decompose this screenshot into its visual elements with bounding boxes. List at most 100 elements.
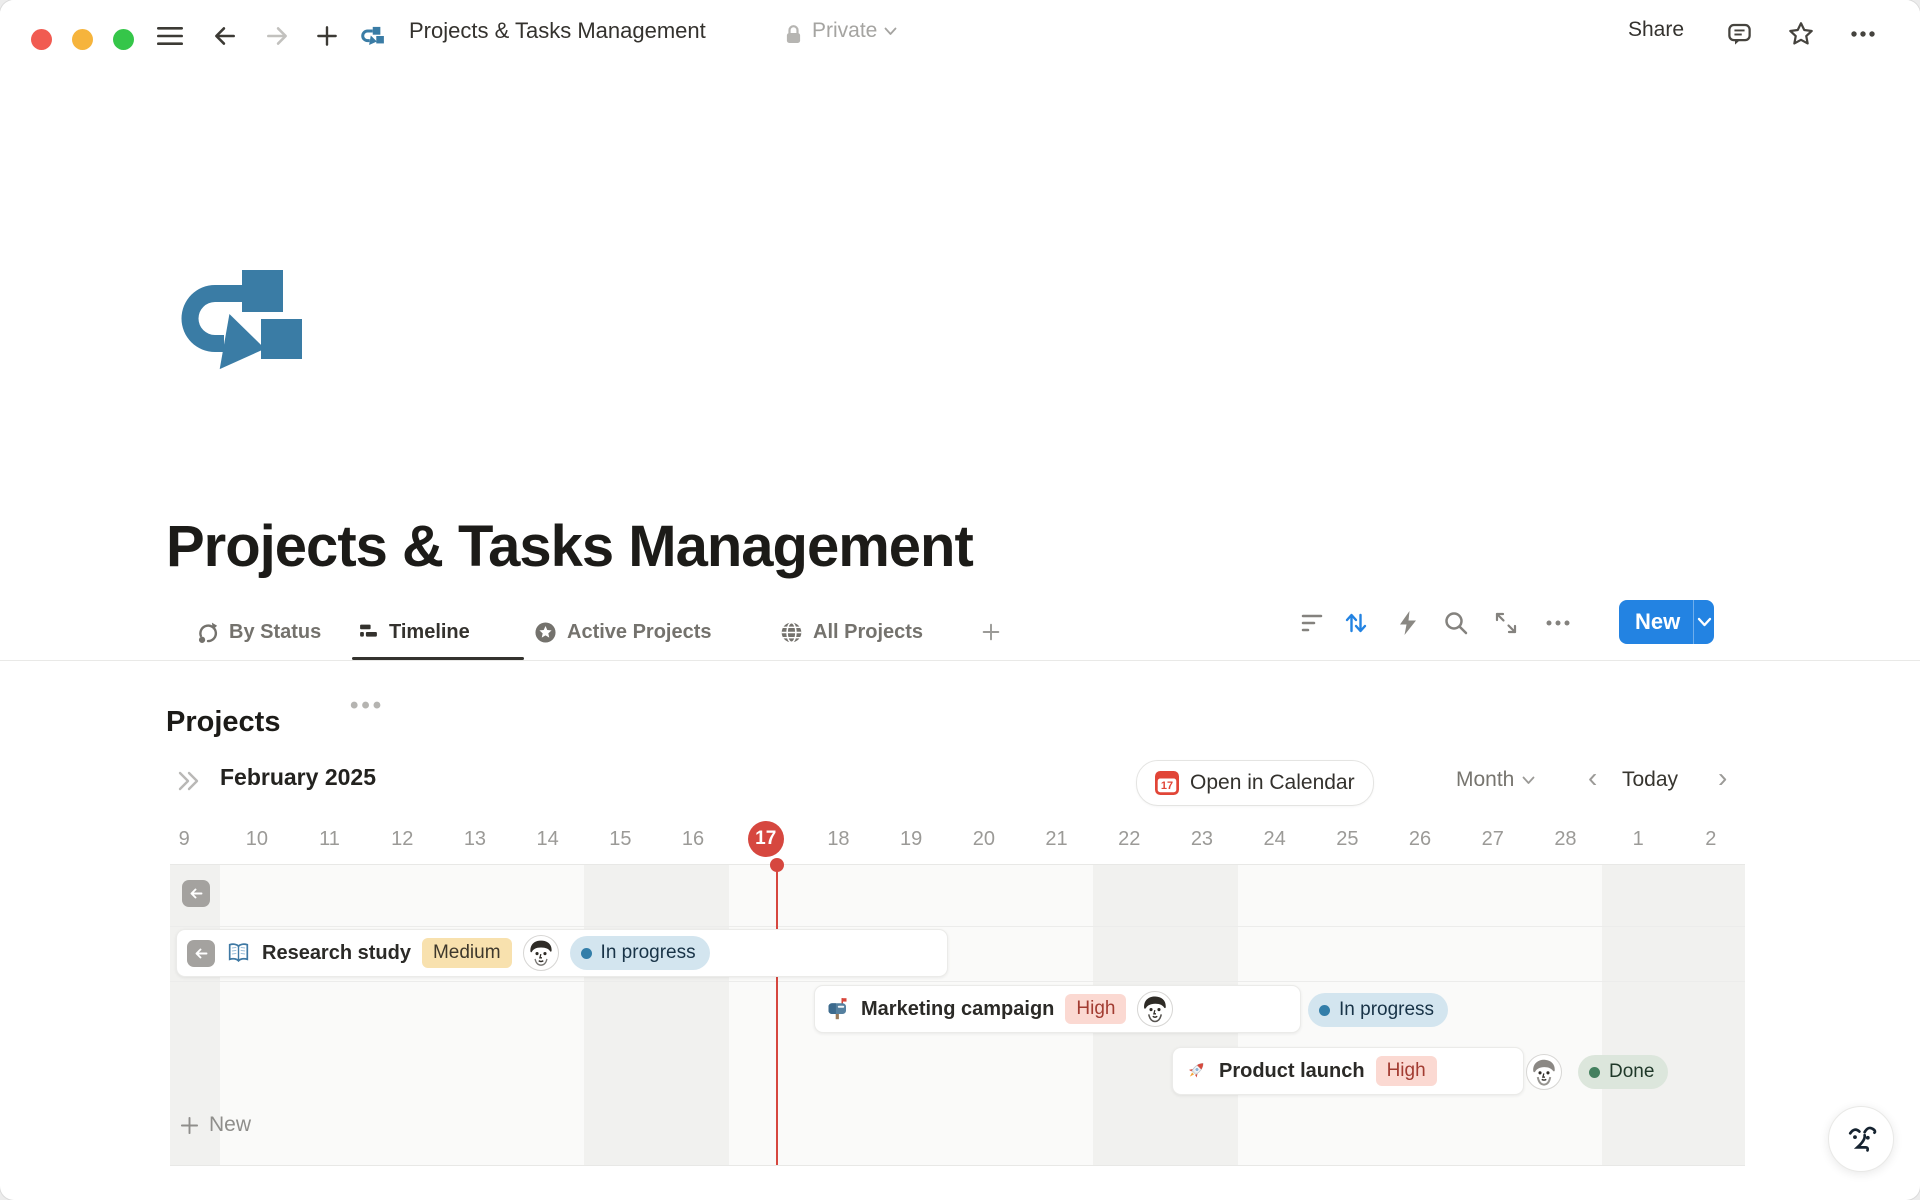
minimize-window-button[interactable] xyxy=(72,29,93,50)
tab-timeline[interactable]: Timeline xyxy=(358,614,470,650)
tab-label: By Status xyxy=(229,621,321,644)
expand-diagonal-icon[interactable] xyxy=(1491,608,1521,638)
timeline-month-label: February 2025 xyxy=(220,764,376,791)
tab-label: Timeline xyxy=(389,621,470,644)
add-timeline-item-button[interactable]: New xyxy=(180,1113,251,1137)
privacy-label: Private xyxy=(812,19,877,43)
breadcrumb-page-title[interactable]: Projects & Tasks Management xyxy=(409,18,706,44)
bearded-man-avatar xyxy=(1137,991,1173,1027)
forward-icon[interactable] xyxy=(262,21,292,51)
favorite-star-icon[interactable] xyxy=(1786,19,1816,49)
timeline-grid: Research study Medium In progress Market… xyxy=(170,864,1745,1166)
new-button[interactable]: New xyxy=(1619,600,1714,644)
status-label: In progress xyxy=(1339,999,1434,1021)
day-label: 18 xyxy=(802,818,875,860)
day-label-today: 17 xyxy=(729,818,802,860)
row-separator xyxy=(170,926,1745,927)
zoom-level-label: Month xyxy=(1456,768,1514,792)
day-label: 16 xyxy=(657,818,730,860)
day-label: 24 xyxy=(1238,818,1311,860)
tab-active-projects[interactable]: Active Projects xyxy=(534,614,712,650)
board-options-icon[interactable]: ••• xyxy=(350,692,384,720)
zoom-window-button[interactable] xyxy=(113,29,134,50)
previous-month-chevron[interactable]: ‹ xyxy=(1588,762,1597,794)
timeline-bars-icon xyxy=(358,623,379,642)
book-icon xyxy=(226,941,251,965)
day-label: 10 xyxy=(220,818,293,860)
item-title: Marketing campaign xyxy=(861,998,1054,1021)
page-logo-icon xyxy=(357,21,387,51)
next-month-chevron[interactable]: › xyxy=(1718,762,1727,794)
page-title: Projects & Tasks Management xyxy=(166,513,973,580)
comments-icon[interactable] xyxy=(1724,19,1754,49)
automation-lightning-icon[interactable] xyxy=(1393,608,1423,638)
more-options-icon[interactable] xyxy=(1848,19,1878,49)
status-dot xyxy=(581,948,592,959)
sort-icon[interactable] xyxy=(1341,608,1371,638)
weekend-shade xyxy=(1674,865,1745,1165)
status-label: Done xyxy=(1609,1061,1654,1083)
status-badge: In progress xyxy=(570,936,710,970)
tab-all-projects[interactable]: All Projects xyxy=(780,614,923,650)
status-dot xyxy=(1589,1067,1600,1078)
open-in-calendar-label: Open in Calendar xyxy=(1190,771,1355,795)
status-badge[interactable]: In progress xyxy=(1308,993,1448,1027)
filter-icon[interactable] xyxy=(1297,608,1327,638)
day-label: 19 xyxy=(875,818,948,860)
sidebar-menu-icon[interactable] xyxy=(155,21,185,51)
day-label: 15 xyxy=(584,818,657,860)
calendar-icon: 17 xyxy=(1155,771,1179,795)
calendar-day-number: 17 xyxy=(1161,780,1173,792)
timeline-item-marketing-campaign[interactable]: Marketing campaign High xyxy=(814,985,1301,1033)
day-label: 21 xyxy=(1020,818,1093,860)
weekend-shade xyxy=(1602,865,1675,1165)
close-window-button[interactable] xyxy=(31,29,52,50)
collapse-sidebar-chevrons-icon[interactable] xyxy=(176,770,202,792)
notion-ai-face-button[interactable] xyxy=(1828,1106,1894,1172)
new-button-label: New xyxy=(1619,609,1680,635)
timeline-item-product-launch[interactable]: Product launch High xyxy=(1172,1047,1524,1095)
status-badge[interactable]: Done xyxy=(1578,1055,1668,1089)
today-button[interactable]: Today xyxy=(1622,768,1678,792)
today-badge: 17 xyxy=(748,821,784,857)
ai-face-icon xyxy=(1842,1120,1880,1158)
tab-by-status[interactable]: By Status xyxy=(196,614,321,650)
day-label: 11 xyxy=(293,818,366,860)
status-cycle-icon xyxy=(196,621,219,644)
day-label: 25 xyxy=(1311,818,1384,860)
today-line-dot xyxy=(770,858,784,872)
today-vertical-line xyxy=(776,865,778,1165)
priority-badge: High xyxy=(1065,994,1126,1024)
day-label: 28 xyxy=(1529,818,1602,860)
chevron-down-icon xyxy=(884,27,897,36)
day-label: 23 xyxy=(1165,818,1238,860)
timeline-item-research-study[interactable]: Research study Medium In progress xyxy=(176,929,948,977)
scroll-to-offscreen-item-button[interactable] xyxy=(182,880,210,907)
view-more-icon[interactable] xyxy=(1543,608,1573,638)
share-button[interactable]: Share xyxy=(1628,18,1684,42)
weekend-shade xyxy=(657,865,730,1165)
status-dot xyxy=(1319,1005,1330,1016)
new-tab-plus-icon[interactable] xyxy=(312,21,342,51)
tab-label: Active Projects xyxy=(567,621,712,644)
board-title: Projects xyxy=(166,706,280,739)
row-separator xyxy=(170,981,1745,982)
add-item-label: New xyxy=(209,1113,251,1137)
new-dropdown-button[interactable] xyxy=(1694,617,1714,627)
page-icon-logo[interactable] xyxy=(168,264,308,374)
tabs-divider xyxy=(0,660,1920,661)
timeline-zoom-dropdown[interactable]: Month xyxy=(1456,768,1535,792)
open-in-calendar-button[interactable]: 17 Open in Calendar xyxy=(1136,760,1374,806)
plus-icon xyxy=(980,621,1002,643)
status-label: In progress xyxy=(601,942,696,964)
star-circle-icon xyxy=(534,621,557,644)
add-view-button[interactable] xyxy=(980,614,1002,650)
privacy-dropdown[interactable]: Private xyxy=(812,19,897,43)
scroll-left-button[interactable] xyxy=(187,940,215,967)
item-title: Research study xyxy=(262,942,411,965)
back-icon[interactable] xyxy=(210,21,240,51)
priority-badge: Medium xyxy=(422,938,512,968)
day-label: 2 xyxy=(1674,818,1747,860)
search-icon[interactable] xyxy=(1441,608,1471,638)
day-label: 13 xyxy=(438,818,511,860)
